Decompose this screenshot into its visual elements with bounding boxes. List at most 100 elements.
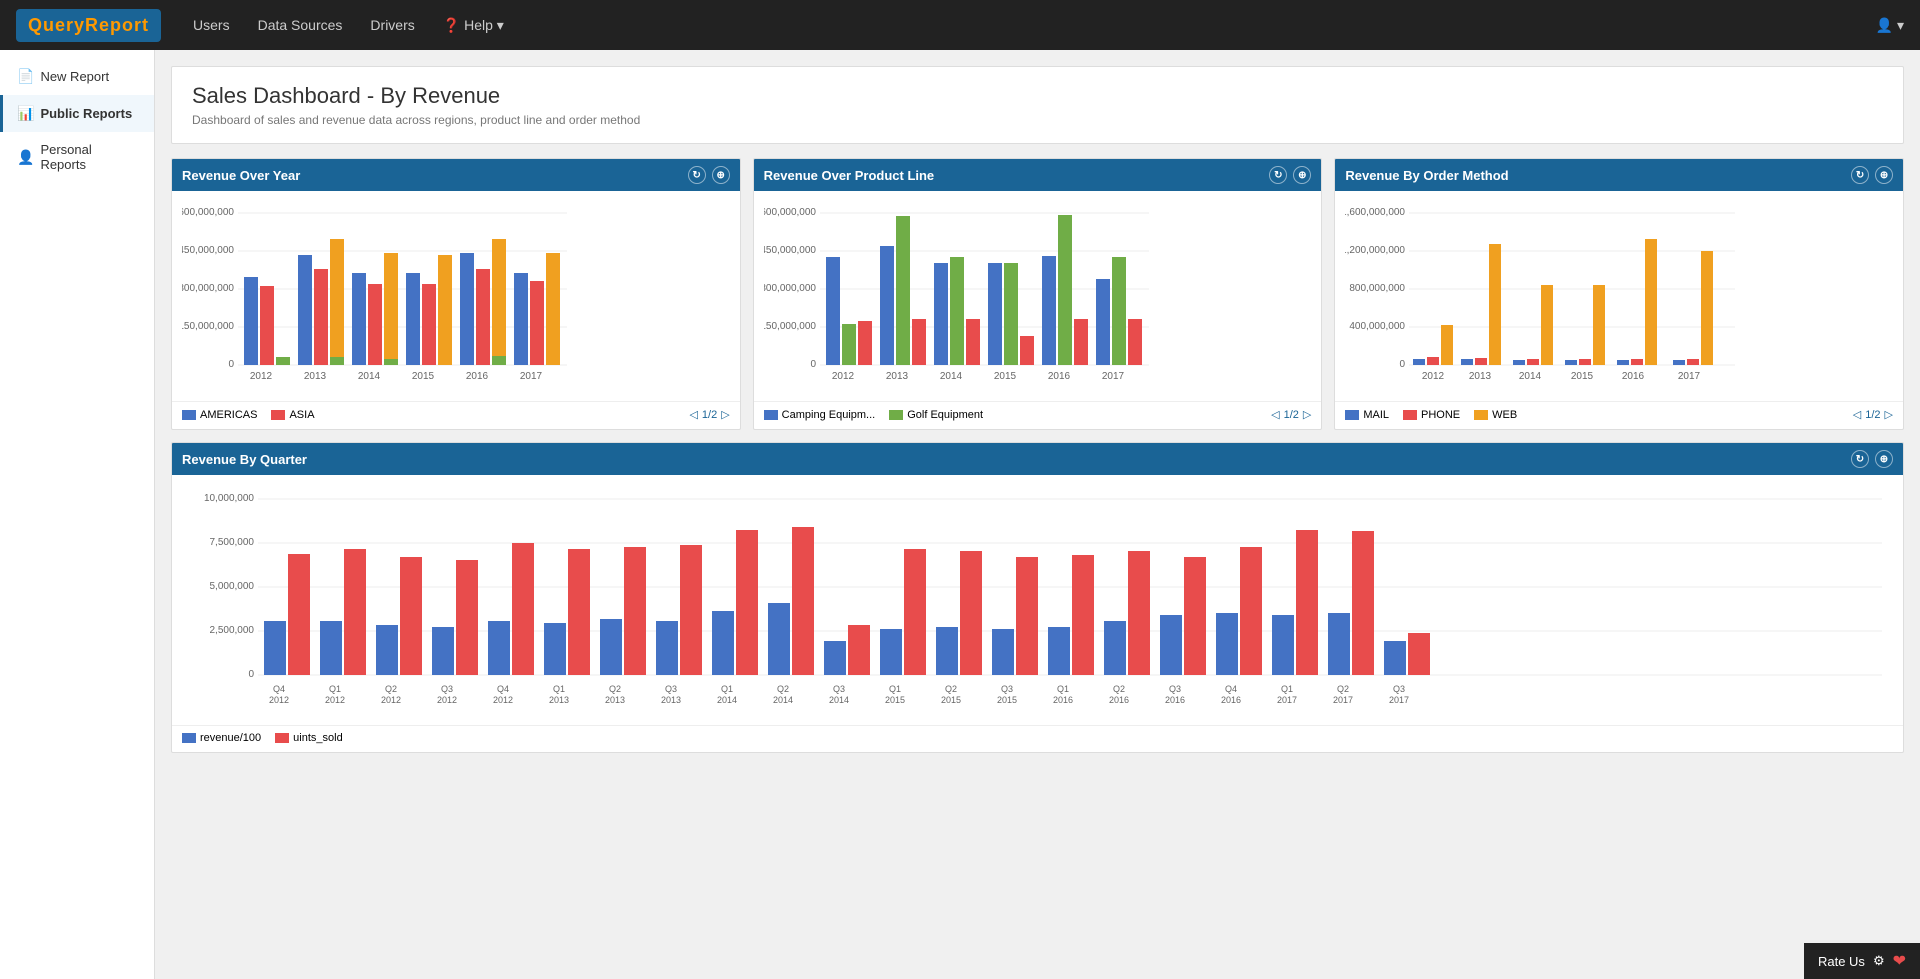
svg-text:Q3: Q3 xyxy=(833,684,845,694)
svg-text:Q1: Q1 xyxy=(721,684,733,694)
refresh-icon-order[interactable]: ↻ xyxy=(1851,166,1869,184)
layout: 📄 New Report 📊 Public Reports 👤 Personal… xyxy=(0,50,1920,979)
user-menu[interactable]: 👤 ▾ xyxy=(1876,17,1904,34)
app-logo[interactable]: QueryReport xyxy=(16,9,161,42)
chart-header-revenue-year: Revenue Over Year ↻ ⊕ xyxy=(172,159,740,191)
legend-label-golf: Golf Equipment xyxy=(907,409,983,421)
legend-label-units-sold: uints_sold xyxy=(293,732,343,744)
sidebar-label-personal-reports: Personal Reports xyxy=(40,142,140,172)
legend-page-order: 1/2 xyxy=(1865,409,1880,421)
refresh-icon-quarter[interactable]: ↻ xyxy=(1851,450,1869,468)
svg-text:2014: 2014 xyxy=(717,695,737,705)
sidebar-label-new-report: New Report xyxy=(40,69,109,84)
svg-text:2015: 2015 xyxy=(997,695,1017,705)
svg-text:Q1: Q1 xyxy=(1281,684,1293,694)
svg-text:300,000,000: 300,000,000 xyxy=(764,283,816,294)
legend-page-year: 1/2 xyxy=(702,409,717,421)
refresh-icon-year[interactable]: ↻ xyxy=(688,166,706,184)
legend-color-camping xyxy=(764,410,778,420)
chart-legend-revenue-year: AMERICAS ASIA ◁ 1/2 ▷ xyxy=(172,401,740,429)
svg-text:Q4: Q4 xyxy=(273,684,285,694)
chart-legend-revenue-order: MAIL PHONE WEB ◁ 1/2 ▷ xyxy=(1335,401,1903,429)
svg-text:2014: 2014 xyxy=(1519,371,1542,382)
sidebar-item-new-report[interactable]: 📄 New Report xyxy=(0,58,154,95)
chart-header-quarter: Revenue By Quarter ↻ ⊕ xyxy=(172,443,1903,475)
nav-data-sources[interactable]: Data Sources xyxy=(246,11,355,40)
chart-body-quarter: 10,000,000 7,500,000 5,000,000 2,500,000… xyxy=(172,475,1903,725)
rate-us-heart-icon: ❤ xyxy=(1893,951,1906,971)
svg-text:2015: 2015 xyxy=(941,695,961,705)
svg-text:800,000,000: 800,000,000 xyxy=(1350,283,1406,294)
legend-phone: PHONE xyxy=(1403,409,1460,421)
svg-text:Q1: Q1 xyxy=(1057,684,1069,694)
nav-links: Users Data Sources Drivers ❓ Help ▾ xyxy=(181,11,516,40)
legend-prev-year[interactable]: ◁ xyxy=(689,408,697,421)
chart-svg-revenue-order: 1,600,000,000 1,200,000,000 800,000,000 … xyxy=(1345,201,1735,391)
svg-text:2017: 2017 xyxy=(520,371,543,382)
svg-text:Q3: Q3 xyxy=(665,684,677,694)
chart-body-revenue-year: 600,000,000 450,000,000 300,000,000 150,… xyxy=(172,191,740,401)
nav-drivers[interactable]: Drivers xyxy=(358,11,426,40)
legend-color-americas xyxy=(182,410,196,420)
svg-text:450,000,000: 450,000,000 xyxy=(182,245,234,256)
legend-label-revenue100: revenue/100 xyxy=(200,732,261,744)
svg-text:2016: 2016 xyxy=(1048,371,1071,382)
refresh-icon-product[interactable]: ↻ xyxy=(1269,166,1287,184)
settings-icon-order[interactable]: ⊕ xyxy=(1875,166,1893,184)
legend-nav-order: ◁ 1/2 ▷ xyxy=(1853,408,1893,421)
chart-icons-revenue-year: ↻ ⊕ xyxy=(688,166,730,184)
svg-text:2012: 2012 xyxy=(381,695,401,705)
chart-revenue-by-quarter: Revenue By Quarter ↻ ⊕ 10,000,000 7,500,… xyxy=(171,442,1904,753)
svg-text:5,000,000: 5,000,000 xyxy=(210,581,255,592)
legend-next-order[interactable]: ▷ xyxy=(1885,408,1893,421)
chart-body-revenue-product: 600,000,000 450,000,000 300,000,000 150,… xyxy=(754,191,1322,401)
svg-text:2016: 2016 xyxy=(466,371,489,382)
svg-text:2017: 2017 xyxy=(1333,695,1353,705)
legend-next-product[interactable]: ▷ xyxy=(1303,408,1311,421)
legend-label-asia: ASIA xyxy=(289,409,314,421)
legend-label-phone: PHONE xyxy=(1421,409,1460,421)
legend-label-web: WEB xyxy=(1492,409,1517,421)
chart-header-revenue-product: Revenue Over Product Line ↻ ⊕ xyxy=(754,159,1322,191)
settings-icon-year[interactable]: ⊕ xyxy=(712,166,730,184)
svg-text:Q2: Q2 xyxy=(1337,684,1349,694)
settings-icon-product[interactable]: ⊕ xyxy=(1293,166,1311,184)
public-reports-icon: 📊 xyxy=(17,105,34,122)
chart-icons-revenue-product: ↻ ⊕ xyxy=(1269,166,1311,184)
legend-revenue100: revenue/100 xyxy=(182,732,261,744)
legend-prev-product[interactable]: ◁ xyxy=(1271,408,1279,421)
svg-text:2013: 2013 xyxy=(661,695,681,705)
nav-help[interactable]: ❓ Help ▾ xyxy=(431,11,516,40)
svg-text:10,000,000: 10,000,000 xyxy=(204,493,254,504)
chart-title-revenue-year: Revenue Over Year xyxy=(182,168,300,183)
legend-color-revenue100 xyxy=(182,733,196,743)
chart-icons-quarter: ↻ ⊕ xyxy=(1851,450,1893,468)
legend-label-camping: Camping Equipm... xyxy=(782,409,876,421)
rate-us-label: Rate Us xyxy=(1818,954,1865,969)
legend-color-asia xyxy=(271,410,285,420)
legend-mail: MAIL xyxy=(1345,409,1389,421)
svg-text:Q4: Q4 xyxy=(1225,684,1237,694)
svg-text:400,000,000: 400,000,000 xyxy=(1350,321,1406,332)
sidebar-item-personal-reports[interactable]: 👤 Personal Reports xyxy=(0,132,154,182)
legend-label-mail: MAIL xyxy=(1363,409,1389,421)
personal-reports-icon: 👤 xyxy=(17,149,34,166)
topnav: QueryReport Users Data Sources Drivers ❓… xyxy=(0,0,1920,50)
nav-users[interactable]: Users xyxy=(181,11,242,40)
svg-text:Q1: Q1 xyxy=(553,684,565,694)
legend-americas: AMERICAS xyxy=(182,409,257,421)
svg-text:2016: 2016 xyxy=(1622,371,1645,382)
svg-text:2012: 2012 xyxy=(1422,371,1445,382)
svg-text:2014: 2014 xyxy=(940,371,963,382)
legend-prev-order[interactable]: ◁ xyxy=(1853,408,1861,421)
settings-icon-quarter[interactable]: ⊕ xyxy=(1875,450,1893,468)
chart-revenue-over-product: Revenue Over Product Line ↻ ⊕ 600,000,00… xyxy=(753,158,1323,430)
svg-text:2013: 2013 xyxy=(605,695,625,705)
chart-icons-revenue-order: ↻ ⊕ xyxy=(1851,166,1893,184)
rate-us-bar[interactable]: Rate Us ⚙ ❤ xyxy=(1804,943,1920,979)
svg-text:2016: 2016 xyxy=(1109,695,1129,705)
sidebar-item-public-reports[interactable]: 📊 Public Reports xyxy=(0,95,154,132)
svg-text:Q4: Q4 xyxy=(497,684,509,694)
svg-text:Q3: Q3 xyxy=(1001,684,1013,694)
legend-next-year[interactable]: ▷ xyxy=(721,408,729,421)
